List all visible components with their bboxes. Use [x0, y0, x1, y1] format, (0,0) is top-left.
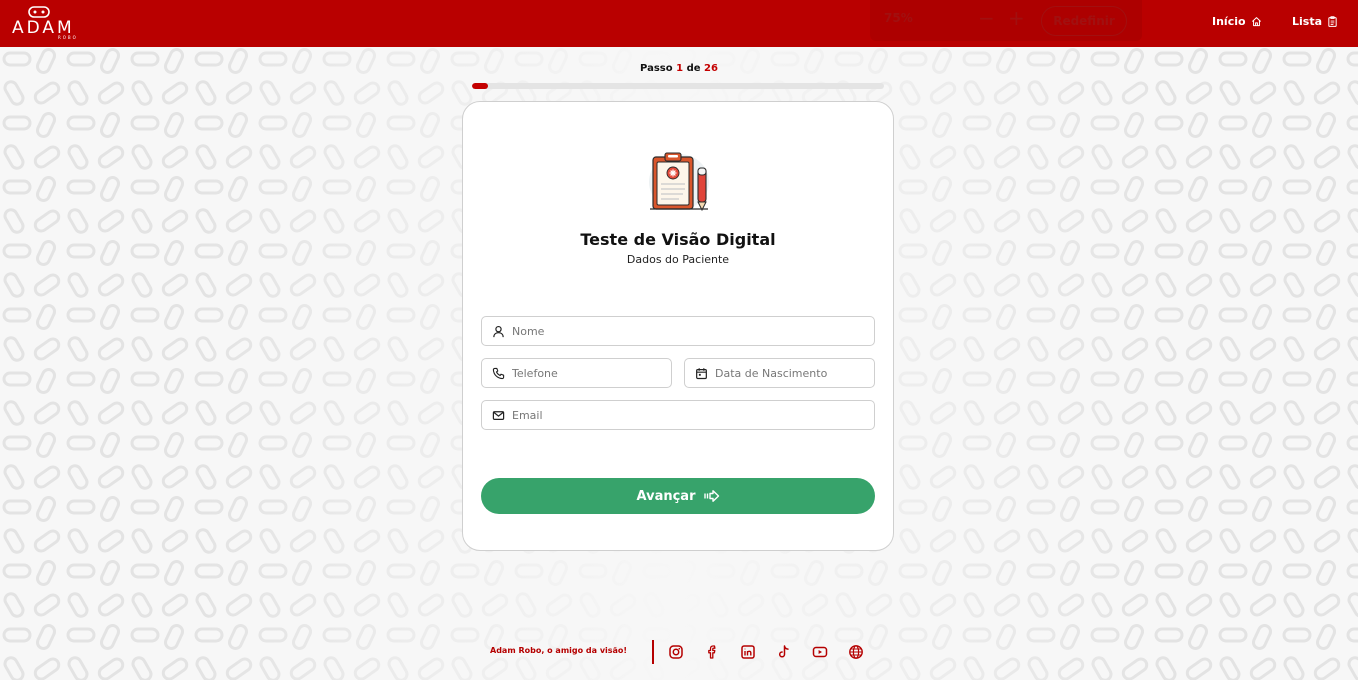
- instagram-icon: [669, 645, 683, 659]
- birth-date-input[interactable]: [685, 359, 874, 387]
- facebook-icon: [708, 645, 716, 659]
- tiktok-icon: [778, 645, 789, 658]
- footer-divider: [652, 640, 654, 664]
- zoom-out-button[interactable]: −: [978, 6, 995, 30]
- name-input[interactable]: [482, 317, 874, 345]
- logo-subtext: ROBO: [58, 35, 78, 40]
- phone-input[interactable]: [482, 359, 671, 387]
- email-field: [481, 400, 875, 430]
- zoom-panel: 75% − + Redefinir: [870, 0, 1142, 41]
- card-subtitle: Dados do Paciente: [626, 253, 730, 266]
- linkedin-link[interactable]: [740, 644, 756, 660]
- zoom-level: 75%: [884, 11, 913, 25]
- youtube-icon: [812, 646, 828, 658]
- nav-list-label: Lista: [1292, 15, 1323, 28]
- footer-tagline: Adam Robo, o amigo da visão!: [490, 646, 628, 655]
- zoom-in-button[interactable]: +: [1008, 6, 1025, 30]
- reset-zoom-button[interactable]: Redefinir: [1041, 6, 1127, 36]
- step-prefix: Passo: [640, 63, 673, 74]
- globe-icon: [849, 645, 863, 659]
- tiktok-link[interactable]: [776, 644, 792, 660]
- calendar-icon: [696, 368, 707, 380]
- phone-field: [481, 358, 672, 388]
- step-separator: de: [686, 63, 701, 74]
- clipboard-list-icon: [1328, 16, 1337, 27]
- top-bar: ADAM ROBO 75% − + Redefinir Início Lista: [0, 0, 1358, 47]
- youtube-link[interactable]: [812, 644, 828, 660]
- step-indicator: Passo 1 de 26: [0, 63, 1358, 74]
- clipboard-medical-icon: [649, 152, 709, 212]
- progress-bar: [472, 83, 884, 89]
- home-icon: [1251, 17, 1261, 27]
- mail-icon: [492, 411, 505, 421]
- user-icon: [493, 325, 504, 338]
- arrow-right-icon: [703, 490, 719, 502]
- birth-date-field: [684, 358, 875, 388]
- step-current: 1: [676, 63, 684, 74]
- step-total: 26: [704, 63, 718, 74]
- next-button[interactable]: Avançar: [481, 478, 875, 514]
- facebook-link[interactable]: [704, 644, 720, 660]
- phone-icon: [492, 367, 505, 380]
- instagram-link[interactable]: [668, 644, 684, 660]
- card-title: Teste de Visão Digital: [580, 230, 776, 249]
- name-field: [481, 316, 875, 346]
- progress-fill: [472, 83, 488, 89]
- nav-home-link[interactable]: Início: [1212, 15, 1262, 28]
- nav-home-label: Início: [1212, 15, 1246, 28]
- linkedin-icon: [741, 645, 755, 659]
- email-input[interactable]: [482, 401, 874, 429]
- nav-list-link[interactable]: Lista: [1292, 15, 1338, 28]
- next-button-label: Avançar: [636, 488, 696, 504]
- patient-form-card: Teste de Visão Digital Dados do Paciente…: [462, 101, 894, 551]
- adam-robo-logo[interactable]: ADAM ROBO: [12, 6, 88, 40]
- robot-logo-icon: [28, 6, 50, 18]
- website-link[interactable]: [848, 644, 864, 660]
